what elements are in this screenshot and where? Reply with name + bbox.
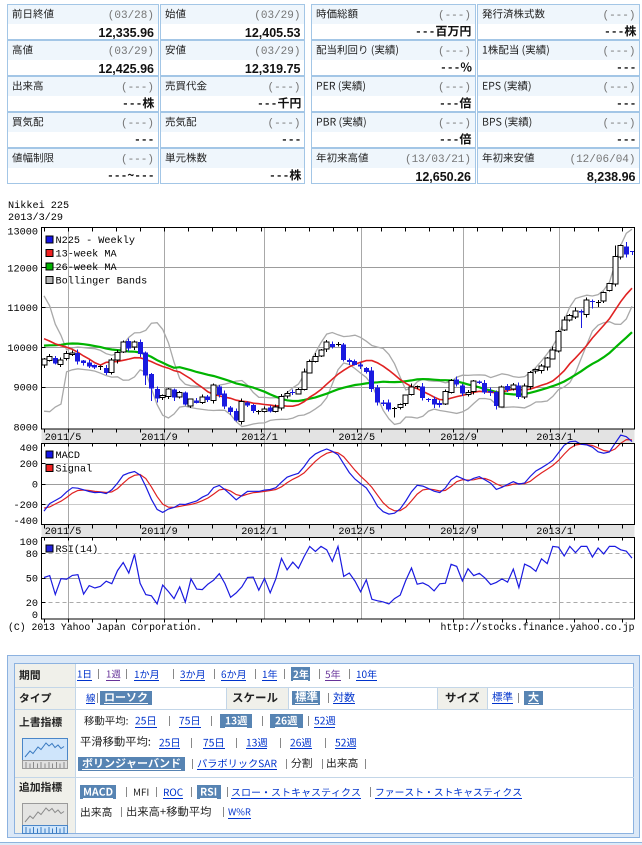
svg-text:2011/5: 2011/5 <box>45 526 82 538</box>
svg-text:2011/9: 2011/9 <box>141 432 178 444</box>
svg-text:2013/1: 2013/1 <box>536 526 573 538</box>
svg-text:Nikkei 225: Nikkei 225 <box>8 200 69 212</box>
svg-text:200: 200 <box>20 460 38 471</box>
svg-text:50: 50 <box>26 575 38 586</box>
svg-text:13000: 13000 <box>7 228 38 239</box>
svg-text:0: 0 <box>32 611 38 622</box>
svg-text:20: 20 <box>26 599 38 610</box>
svg-text:100: 100 <box>20 538 38 549</box>
svg-text:(C) 2013 Yahoo Japan Corporati: (C) 2013 Yahoo Japan Corporation. <box>8 622 202 633</box>
svg-text:10000: 10000 <box>7 344 38 355</box>
svg-text:http://stocks.finance.yahoo.co: http://stocks.finance.yahoo.co.jp <box>440 622 634 633</box>
svg-text:80: 80 <box>26 550 38 561</box>
svg-text:Signal: Signal <box>56 464 93 476</box>
svg-text:MACD: MACD <box>56 451 80 462</box>
svg-text:26-week MA: 26-week MA <box>56 262 118 274</box>
svg-text:2012/1: 2012/1 <box>241 432 278 444</box>
svg-text:9000: 9000 <box>14 384 38 395</box>
svg-text:12000: 12000 <box>7 264 38 275</box>
svg-text:2013/3/29: 2013/3/29 <box>8 212 63 224</box>
svg-text:2013/1: 2013/1 <box>536 432 573 444</box>
svg-text:Bollinger Bands: Bollinger Bands <box>56 276 148 288</box>
svg-text:13-week MA: 13-week MA <box>56 249 118 261</box>
svg-text:2012/5: 2012/5 <box>338 526 375 538</box>
svg-text:N225 - Weekly: N225 - Weekly <box>56 235 135 247</box>
svg-text:2011/9: 2011/9 <box>141 526 178 538</box>
svg-text:400: 400 <box>20 444 38 455</box>
svg-text:2012/9: 2012/9 <box>440 432 477 444</box>
svg-text:8000: 8000 <box>14 424 38 435</box>
svg-text:2012/5: 2012/5 <box>338 432 375 444</box>
svg-text:RSI(14): RSI(14) <box>56 544 99 556</box>
svg-text:-400: -400 <box>14 517 38 528</box>
svg-text:11000: 11000 <box>7 304 38 315</box>
svg-text:-200: -200 <box>14 501 38 512</box>
svg-text:2011/5: 2011/5 <box>45 432 82 444</box>
svg-text:2012/9: 2012/9 <box>440 526 477 538</box>
svg-text:0: 0 <box>32 481 38 492</box>
svg-text:2012/1: 2012/1 <box>241 526 278 538</box>
